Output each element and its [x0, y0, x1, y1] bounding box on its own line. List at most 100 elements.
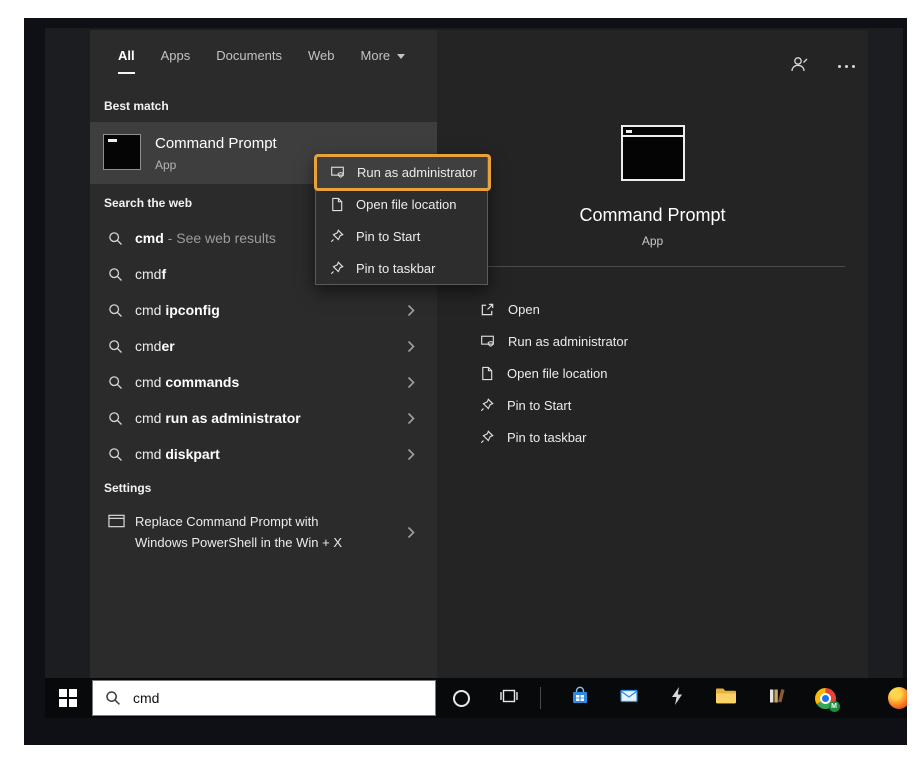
- search-icon: [108, 303, 123, 318]
- action-open[interactable]: Open: [480, 293, 810, 325]
- chevron-right-icon[interactable]: [407, 340, 415, 353]
- screen-frame: All Apps Documents Web More Best match C…: [24, 18, 907, 745]
- mail-button[interactable]: [617, 686, 641, 710]
- tab-more[interactable]: More: [361, 48, 406, 74]
- menu-item-label: Pin to Start: [356, 229, 420, 244]
- web-suggestion-row[interactable]: cmd commands: [90, 364, 437, 400]
- admin-shield-icon: [480, 334, 495, 349]
- action-label: Pin to taskbar: [507, 430, 587, 445]
- browser-icon: [888, 687, 907, 709]
- taskbar-separator: [540, 687, 541, 709]
- suggestion-text: cmd ipconfig: [135, 302, 407, 318]
- console-window-icon: [108, 514, 125, 533]
- search-query-text: cmd: [133, 690, 159, 706]
- start-button[interactable]: [45, 678, 91, 718]
- search-icon: [108, 411, 123, 426]
- web-suggestion-row[interactable]: cmd ipconfig: [90, 292, 437, 328]
- cortana-button[interactable]: [449, 686, 473, 710]
- web-suggestion-row[interactable]: cmd diskpart: [90, 436, 437, 472]
- chevron-right-icon[interactable]: [407, 376, 415, 389]
- file-location-icon: [480, 366, 494, 381]
- admin-shield-icon: [330, 165, 345, 180]
- menu-item-label: Run as administrator: [357, 165, 477, 180]
- folder-icon: [715, 687, 737, 710]
- suggestion-text: cmd diskpart: [135, 446, 407, 462]
- search-icon: [108, 267, 123, 282]
- more-options-icon[interactable]: [838, 59, 855, 75]
- preview-title: Command Prompt: [437, 205, 868, 226]
- command-prompt-large-icon: [621, 125, 685, 181]
- action-label: Open: [508, 302, 540, 317]
- lightning-icon: [669, 686, 685, 711]
- library-app-button[interactable]: [765, 686, 789, 710]
- divider: [460, 266, 845, 267]
- search-icon: [108, 375, 123, 390]
- task-view-icon: [499, 687, 519, 710]
- settings-result-text: Replace Command Prompt with Windows Powe…: [135, 511, 342, 553]
- pin-icon: [330, 261, 344, 275]
- best-match-subtitle: App: [155, 158, 176, 172]
- store-button[interactable]: [568, 686, 592, 710]
- file-location-icon: [330, 197, 344, 212]
- chevron-right-icon[interactable]: [407, 448, 415, 461]
- search-icon: [105, 690, 121, 706]
- chrome-button[interactable]: M: [813, 686, 837, 710]
- preview-panel: Command Prompt App Open Run as administr…: [437, 30, 868, 678]
- tab-more-label: More: [361, 48, 391, 63]
- web-suggestion-row[interactable]: cmder: [90, 328, 437, 364]
- search-filter-tabs: All Apps Documents Web More: [118, 48, 405, 74]
- action-label: Open file location: [507, 366, 607, 381]
- action-pin-to-start[interactable]: Pin to Start: [480, 389, 810, 421]
- account-feedback-icon[interactable]: [790, 56, 808, 77]
- menu-item-run-as-administrator[interactable]: Run as administrator: [316, 156, 487, 188]
- suggestion-text: cmder: [135, 338, 407, 354]
- settings-header: Settings: [104, 481, 151, 495]
- pin-icon: [480, 430, 494, 444]
- search-header-icons: [790, 56, 855, 77]
- cortana-icon: [453, 690, 470, 707]
- chevron-right-icon[interactable]: [407, 526, 415, 539]
- menu-item-pin-to-start[interactable]: Pin to Start: [316, 220, 487, 252]
- menu-item-label: Open file location: [356, 197, 456, 212]
- books-icon: [767, 686, 787, 711]
- command-prompt-icon: [103, 134, 141, 170]
- tab-web[interactable]: Web: [308, 48, 335, 74]
- pin-icon: [480, 398, 494, 412]
- microsoft-store-icon: [570, 686, 590, 711]
- action-open-file-location[interactable]: Open file location: [480, 357, 810, 389]
- action-label: Pin to Start: [507, 398, 571, 413]
- settings-result-row[interactable]: Replace Command Prompt with Windows Powe…: [90, 504, 437, 562]
- suggestion-text: cmd commands: [135, 374, 407, 390]
- tab-documents[interactable]: Documents: [216, 48, 282, 74]
- action-run-as-administrator[interactable]: Run as administrator: [480, 325, 810, 357]
- action-label: Run as administrator: [508, 334, 628, 349]
- action-pin-to-taskbar[interactable]: Pin to taskbar: [480, 421, 810, 453]
- bolt-app-button[interactable]: [665, 686, 689, 710]
- menu-item-label: Pin to taskbar: [356, 261, 436, 276]
- chevron-down-icon: [397, 54, 405, 59]
- tab-apps[interactable]: Apps: [161, 48, 191, 74]
- menu-item-open-file-location[interactable]: Open file location: [316, 188, 487, 220]
- tab-all[interactable]: All: [118, 48, 135, 74]
- search-web-header: Search the web: [104, 196, 192, 210]
- preview-subtitle: App: [437, 234, 868, 248]
- suggestion-text: cmd run as administrator: [135, 410, 407, 426]
- taskbar-search-input[interactable]: cmd: [92, 680, 436, 716]
- open-icon: [480, 302, 495, 317]
- file-explorer-button[interactable]: [714, 686, 738, 710]
- search-icon: [108, 447, 123, 462]
- chevron-right-icon[interactable]: [407, 304, 415, 317]
- best-match-title: Command Prompt: [155, 135, 277, 152]
- windows-logo-icon: [59, 689, 77, 707]
- best-match-header: Best match: [104, 99, 169, 113]
- chrome-profile-badge: M: [829, 701, 840, 712]
- web-suggestion-row[interactable]: cmd run as administrator: [90, 400, 437, 436]
- mail-icon: [619, 686, 639, 711]
- task-view-button[interactable]: [497, 686, 521, 710]
- menu-item-pin-to-taskbar[interactable]: Pin to taskbar: [316, 252, 487, 284]
- search-icon: [108, 231, 123, 246]
- search-results-panel: All Apps Documents Web More Best match C…: [90, 30, 437, 678]
- clipped-app-button[interactable]: [887, 686, 907, 710]
- chevron-right-icon[interactable]: [407, 412, 415, 425]
- search-icon: [108, 339, 123, 354]
